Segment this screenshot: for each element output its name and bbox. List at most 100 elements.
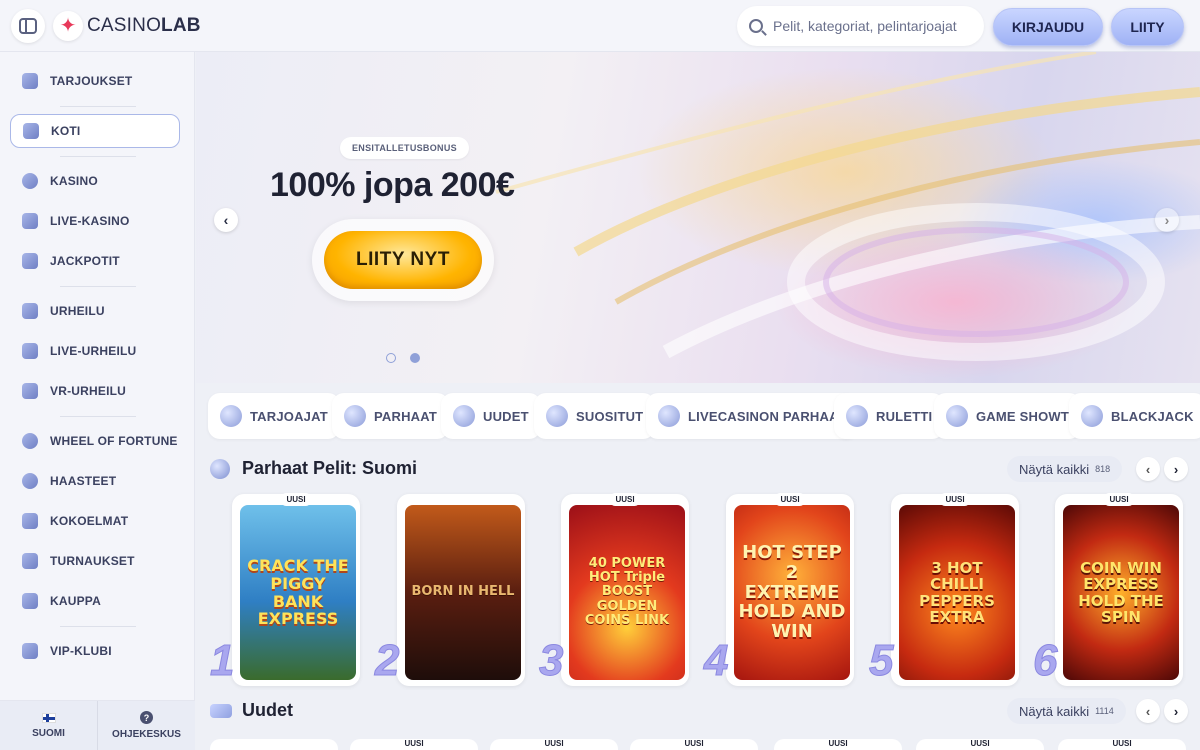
carousel-dot-active[interactable] [410,353,420,363]
game-tile[interactable]: BORN IN HELL 2 [374,490,525,688]
sidebar-item-label: LIVE-URHEILU [50,344,137,358]
sidebar-item-label: HAASTEET [50,474,117,488]
section-prev-button[interactable]: ‹ [1136,457,1160,481]
category-blackjack[interactable]: BLACKJACK [1069,393,1200,439]
new-badge: UUSI [404,739,424,748]
join-button[interactable]: LIITY [1111,8,1184,46]
new-games-row: UUSI UUSI UUSI UUSI UUSI UUSI [196,735,1200,750]
game-tile[interactable]: UUSI COIN WIN EXPRESS HOLD THE SPIN 6 [1032,490,1183,688]
show-all-label: Näytä kaikki [1019,703,1090,719]
divider [60,626,136,627]
category-game-showt[interactable]: GAME SHOWT [934,393,1081,439]
star-logo-icon: ✦ [53,10,83,41]
category-ruletti[interactable]: RULETTI [834,393,945,439]
live-star-icon [658,405,680,427]
sidebar-item-live-urheilu[interactable]: LIVE-URHEILU [10,334,180,368]
game-tile[interactable]: UUSI [490,739,618,750]
sidebar-item-kauppa[interactable]: KAUPPA [10,584,180,618]
category-livecasino-parhaat[interactable]: LIVECASINON PARHAAT [646,393,858,439]
join-now-button[interactable]: LIITY NYT [324,231,482,289]
banner-prev-button[interactable]: ‹ [214,208,238,232]
game-card: BORN IN HELL [397,494,525,686]
game-thumbnail: CRACK THE PIGGY BANK EXPRESS [240,505,356,680]
login-button[interactable]: KIRJAUDU [993,8,1103,46]
category-uudet[interactable]: UUDET [441,393,541,439]
game-title: COIN WIN EXPRESS HOLD THE SPIN [1078,558,1164,626]
game-tile[interactable] [210,739,338,750]
category-label: SUOSITUT [576,408,644,424]
section-next-button[interactable]: › [1164,457,1188,481]
rank-number: 4 [703,636,729,686]
divider [60,416,136,417]
sidebar-item-urheilu[interactable]: URHEILU [10,294,180,328]
sidebar-item-label: TARJOUKSET [50,74,133,88]
game-tile[interactable]: UUSI 3 HOT CHILLI PEPPERS EXTRA 5 [868,490,1019,688]
game-tile[interactable]: UUSI [916,739,1044,750]
search-input[interactable] [773,18,978,34]
count-badge: 1114 [1095,706,1114,716]
game-card: UUSI CRACK THE PIGGY BANK EXPRESS [232,493,360,686]
game-tile[interactable]: UUSI [630,739,758,750]
category-parhaat[interactable]: PARHAAT [332,393,450,439]
game-tile[interactable]: UUSI [1058,739,1186,750]
casino-chip-icon [22,173,38,189]
banner-title: 100% jopa 200€ [270,166,515,204]
challenges-icon [22,473,38,489]
sidebar-item-vr-urheilu[interactable]: VR-URHEILU [10,374,180,408]
live-sports-icon [22,343,38,359]
site-logo[interactable]: ✦ CASINOLAB [53,10,201,41]
game-tile[interactable]: UUSI [774,739,902,750]
sidebar-item-koti[interactable]: KOTI [10,114,180,148]
game-title: 40 POWER HOT Triple BOOST GOLDEN COINS L… [584,555,670,628]
new-badge: UUSI [828,739,848,748]
game-thumbnail: 3 HOT CHILLI PEPPERS EXTRA [899,505,1015,680]
sidebar-item-kasino[interactable]: KASINO [10,164,180,198]
game-tile[interactable]: UUSI [350,739,478,750]
sidebar-item-turnaukset[interactable]: TURNAUKSET [10,544,180,578]
game-tile[interactable]: UUSI HOT STEP 2 EXTREME HOLD AND WIN 4 [703,490,854,688]
new-badge: UUSI [1112,739,1132,748]
banner-next-button[interactable]: › [1155,208,1179,232]
sidebar-item-haasteet[interactable]: HAASTEET [10,464,180,498]
shop-cart-icon [22,593,38,609]
show-all-button[interactable]: Näytä kaikki 818 [1007,456,1123,482]
sidebar-item-jackpotit[interactable]: JACKPOTIT [10,244,180,278]
help-center-button[interactable]: ? OHJEKESKUS [97,701,195,750]
providers-funnel-icon [220,405,242,427]
sidebar-item-vip-klubi[interactable]: VIP-KLUBI [10,634,180,668]
cta-wrapper: LIITY NYT [312,219,494,301]
search-icon [749,19,763,33]
banner-tag: ENSITALLETUSBONUS [340,137,469,159]
game-tile[interactable]: UUSI CRACK THE PIGGY BANK EXPRESS 1 [209,490,360,688]
help-label: OHJEKESKUS [112,729,181,740]
finland-flag-icon [41,712,56,723]
sidebar-panel-icon [19,17,37,34]
new-badge-icon [210,704,232,718]
help-icon: ? [140,711,153,724]
section-prev-button[interactable]: ‹ [1136,699,1160,723]
show-all-button[interactable]: Näytä kaikki 1114 [1007,698,1126,724]
new-badge: UUSI [1103,493,1135,506]
game-tile[interactable]: UUSI 40 POWER HOT Triple BOOST GOLDEN CO… [538,490,689,688]
section-next-button[interactable]: › [1164,699,1188,723]
new-badge: UUSI [970,739,990,748]
category-label: PARHAAT [374,408,438,424]
sidebar-item-tarjoukset[interactable]: TARJOUKSET [10,64,180,98]
category-tarjoajat[interactable]: TARJOAJAT [208,393,340,439]
live-casino-icon [22,213,38,229]
language-button[interactable]: SUOMI [0,701,97,750]
sidebar-item-live-kasino[interactable]: LIVE-KASINO [10,204,180,238]
sidebar-item-label: WHEEL OF FORTUNE [50,434,178,448]
sidebar-toggle-button[interactable] [11,8,45,43]
show-all-label: Näytä kaikki [1019,461,1090,477]
category-label: RULETTI [876,408,933,424]
section-title: Parhaat Pelit: Suomi [242,458,418,478]
sidebar-item-wheel-of-fortune[interactable]: WHEEL OF FORTUNE [10,424,180,458]
sidebar-item-kokoelmat[interactable]: KOKOELMAT [10,504,180,538]
sidebar-item-label: TURNAUKSET [50,554,135,568]
category-suosivat[interactable]: SUOSITUT [534,393,656,439]
carousel-dot[interactable] [386,353,396,363]
top-header: ✦ CASINOLAB KIRJAUDU LIITY [0,0,1200,52]
promo-banner[interactable]: ENSITALLETUSBONUS 100% jopa 200€ LIITY N… [196,52,1200,383]
search-box[interactable] [737,6,984,46]
